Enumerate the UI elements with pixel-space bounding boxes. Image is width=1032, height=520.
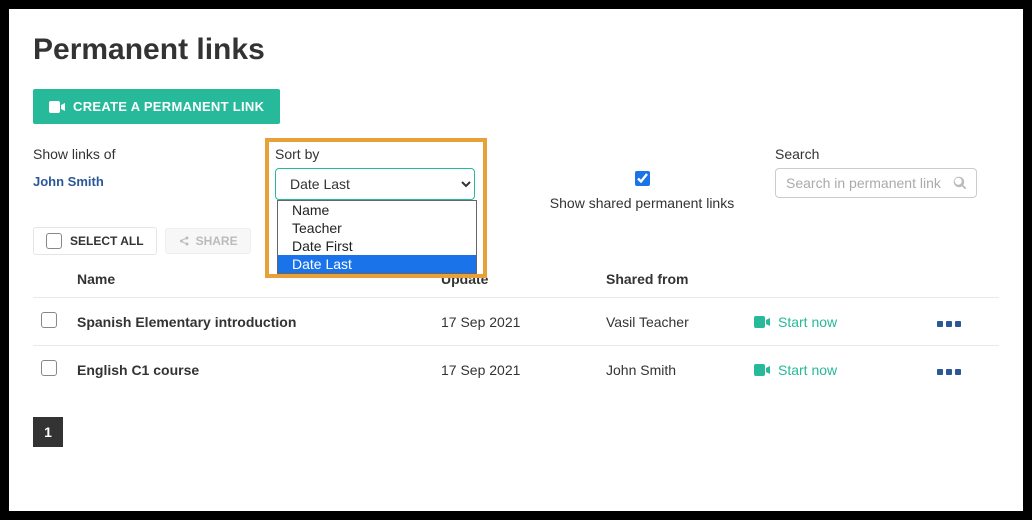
show-links-of-user[interactable]: John Smith [33, 174, 275, 189]
sort-by-select[interactable]: Date Last [275, 168, 475, 200]
table-header-row: Name Update Shared from [33, 261, 999, 297]
row-checkbox[interactable] [41, 312, 57, 328]
select-all-button[interactable]: SELECT ALL [33, 227, 157, 255]
bulk-share-button[interactable]: SHARE [165, 228, 251, 254]
video-camera-icon [754, 364, 770, 376]
sort-by-dropdown-list: Name Teacher Date First Date Last [277, 200, 477, 274]
col-header-shared-from[interactable]: Shared from [606, 271, 754, 287]
start-now-label: Start now [778, 362, 837, 378]
row-name[interactable]: Spanish Elementary introduction [77, 314, 441, 330]
sort-option-name[interactable]: Name [278, 201, 476, 219]
links-table: Name Update Shared from Spanish Elementa… [33, 261, 999, 393]
show-links-of-label: Show links of [33, 146, 275, 162]
row-more-menu-icon[interactable] [937, 369, 961, 375]
search-label: Search [775, 146, 999, 162]
row-shared-from: Vasil Teacher [606, 314, 754, 330]
select-all-label: SELECT ALL [70, 234, 144, 248]
sort-option-date-last[interactable]: Date Last [278, 255, 476, 273]
row-name[interactable]: English C1 course [77, 362, 441, 378]
start-now-label: Start now [778, 314, 837, 330]
sort-option-teacher[interactable]: Teacher [278, 219, 476, 237]
video-camera-icon [754, 316, 770, 328]
sort-by-label: Sort by [275, 146, 509, 162]
create-permanent-link-button[interactable]: CREATE A PERMANENT LINK [33, 89, 280, 124]
start-now-button[interactable]: Start now [754, 314, 909, 330]
row-date: 17 Sep 2021 [441, 314, 606, 330]
bulk-share-label: SHARE [196, 234, 238, 248]
search-icon[interactable] [953, 176, 967, 190]
create-button-label: CREATE A PERMANENT LINK [73, 99, 264, 114]
table-row: English C1 course 17 Sep 2021 John Smith… [33, 345, 999, 393]
pagination: 1 [33, 417, 999, 447]
search-input[interactable] [775, 168, 977, 198]
table-row: Spanish Elementary introduction 17 Sep 2… [33, 297, 999, 345]
row-more-menu-icon[interactable] [937, 321, 961, 327]
row-date: 17 Sep 2021 [441, 362, 606, 378]
video-camera-icon [49, 101, 65, 113]
start-now-button[interactable]: Start now [754, 362, 909, 378]
page-title: Permanent links [33, 33, 999, 67]
show-shared-label: Show shared permanent links [550, 195, 734, 211]
share-icon [178, 235, 190, 247]
page-1-button[interactable]: 1 [33, 417, 63, 447]
show-shared-checkbox[interactable] [635, 171, 650, 186]
sort-option-date-first[interactable]: Date First [278, 237, 476, 255]
select-all-checkbox-icon [46, 233, 62, 249]
row-checkbox[interactable] [41, 360, 57, 376]
row-shared-from: John Smith [606, 362, 754, 378]
